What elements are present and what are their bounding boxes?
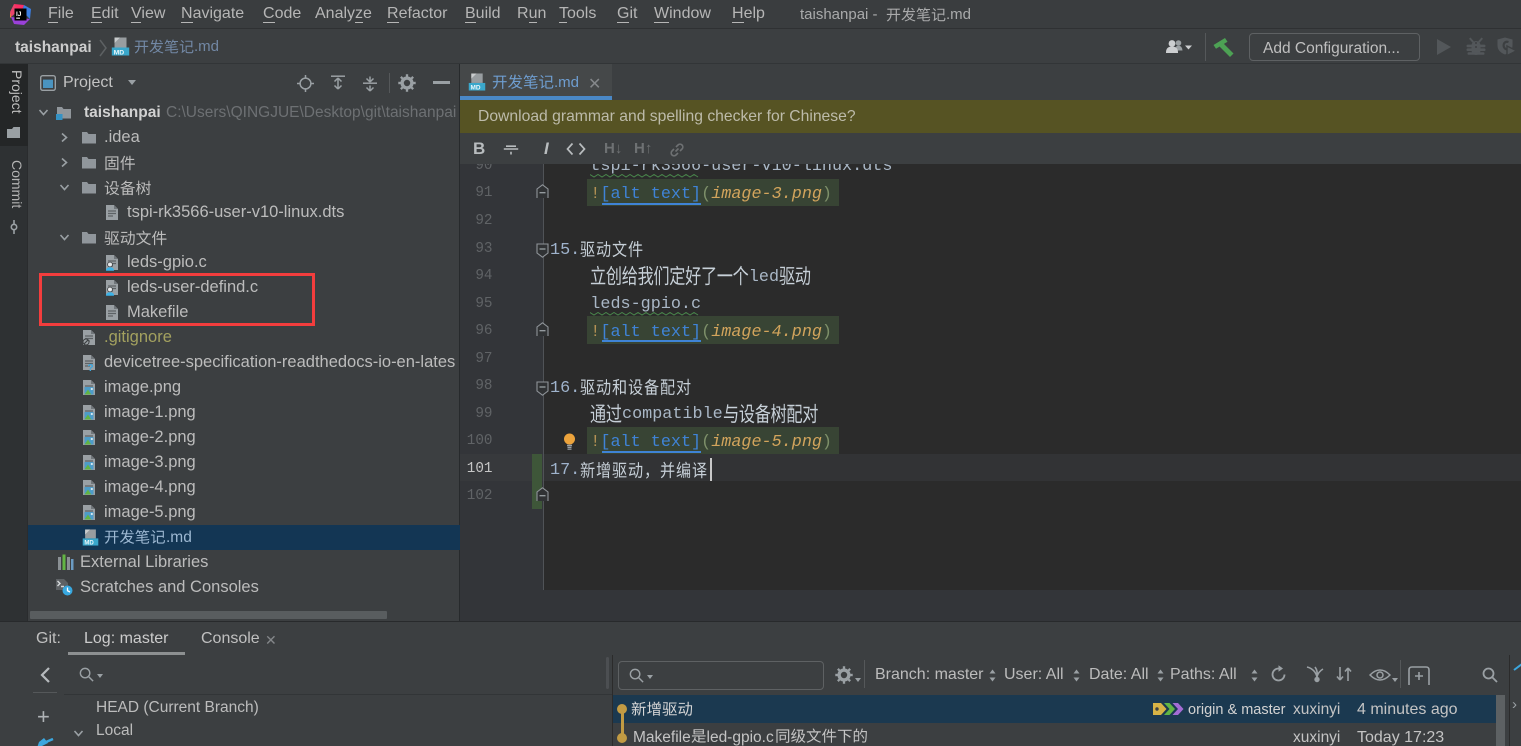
- svg-text:MD: MD: [114, 49, 125, 56]
- svg-text:MD: MD: [470, 84, 480, 91]
- svg-text:IJ: IJ: [16, 11, 22, 18]
- svg-text:MD: MD: [84, 539, 94, 546]
- svg-text:?: ?: [88, 363, 94, 371]
